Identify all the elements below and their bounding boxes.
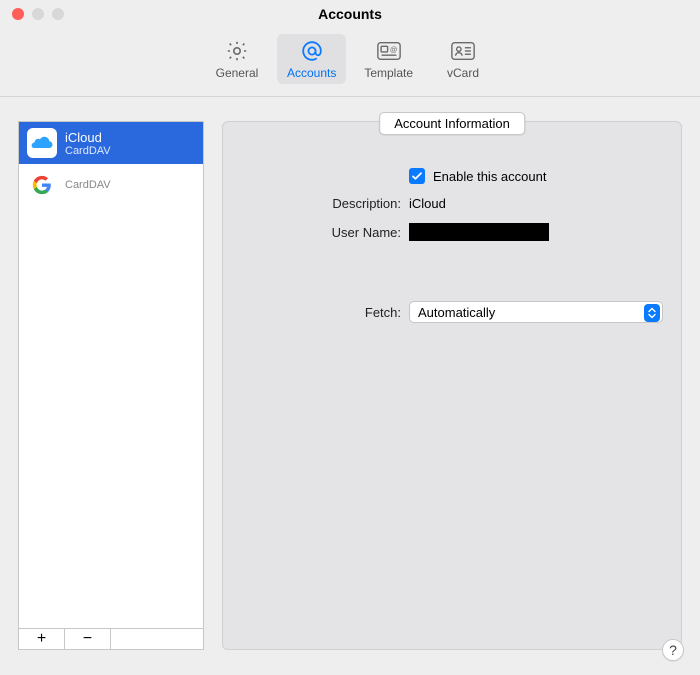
- template-icon: @: [375, 38, 403, 64]
- tab-accounts[interactable]: Accounts: [277, 34, 346, 84]
- enable-account-label: Enable this account: [433, 169, 546, 184]
- account-name: iCloud: [65, 130, 111, 145]
- tab-vcard-label: vCard: [447, 66, 479, 80]
- accounts-list-footer: + −: [18, 628, 204, 650]
- enable-account-checkbox[interactable]: Enable this account: [409, 168, 546, 184]
- main-content: iCloud CardDAV CardDAV: [0, 97, 700, 668]
- tab-template[interactable]: @ Template: [354, 34, 423, 84]
- account-form: Enable this account Description: iCloud …: [223, 168, 681, 323]
- checkbox-checked-icon: [409, 168, 425, 184]
- tab-general-label: General: [216, 66, 259, 80]
- description-value: iCloud: [409, 196, 446, 211]
- icloud-icon: [27, 128, 57, 158]
- fetch-label: Fetch:: [241, 305, 401, 320]
- section-header[interactable]: Account Information: [379, 112, 525, 135]
- help-button[interactable]: ?: [662, 639, 684, 661]
- fetch-select[interactable]: Automatically: [409, 301, 663, 323]
- window-title: Accounts: [0, 6, 700, 22]
- account-subtype: CardDAV: [65, 179, 195, 191]
- fetch-selected-value: Automatically: [418, 305, 495, 320]
- redacted-username: [409, 223, 549, 241]
- gear-icon: [223, 38, 251, 64]
- account-row-google[interactable]: CardDAV: [19, 164, 203, 206]
- tab-template-label: Template: [364, 66, 413, 80]
- tab-vcard[interactable]: vCard: [431, 34, 495, 84]
- accounts-sidebar: iCloud CardDAV CardDAV: [18, 121, 204, 650]
- tab-general[interactable]: General: [205, 34, 269, 84]
- remove-account-button[interactable]: −: [65, 629, 111, 649]
- vcard-icon: [449, 38, 477, 64]
- preferences-toolbar: General Accounts @ Template: [0, 28, 700, 97]
- chevron-up-down-icon: [644, 304, 660, 322]
- google-icon: [27, 170, 57, 200]
- accounts-list: iCloud CardDAV CardDAV: [18, 121, 204, 628]
- add-account-button[interactable]: +: [19, 629, 65, 649]
- at-sign-icon: [298, 38, 326, 64]
- svg-text:@: @: [390, 45, 398, 54]
- username-label: User Name:: [241, 225, 401, 240]
- footer-spacer: [111, 629, 203, 649]
- description-label: Description:: [241, 196, 401, 211]
- account-row-icloud[interactable]: iCloud CardDAV: [19, 122, 203, 164]
- title-bar: Accounts: [0, 0, 700, 28]
- account-subtype: CardDAV: [65, 145, 111, 157]
- account-detail-panel: Account Information Enable this account …: [222, 121, 682, 650]
- tab-accounts-label: Accounts: [287, 66, 336, 80]
